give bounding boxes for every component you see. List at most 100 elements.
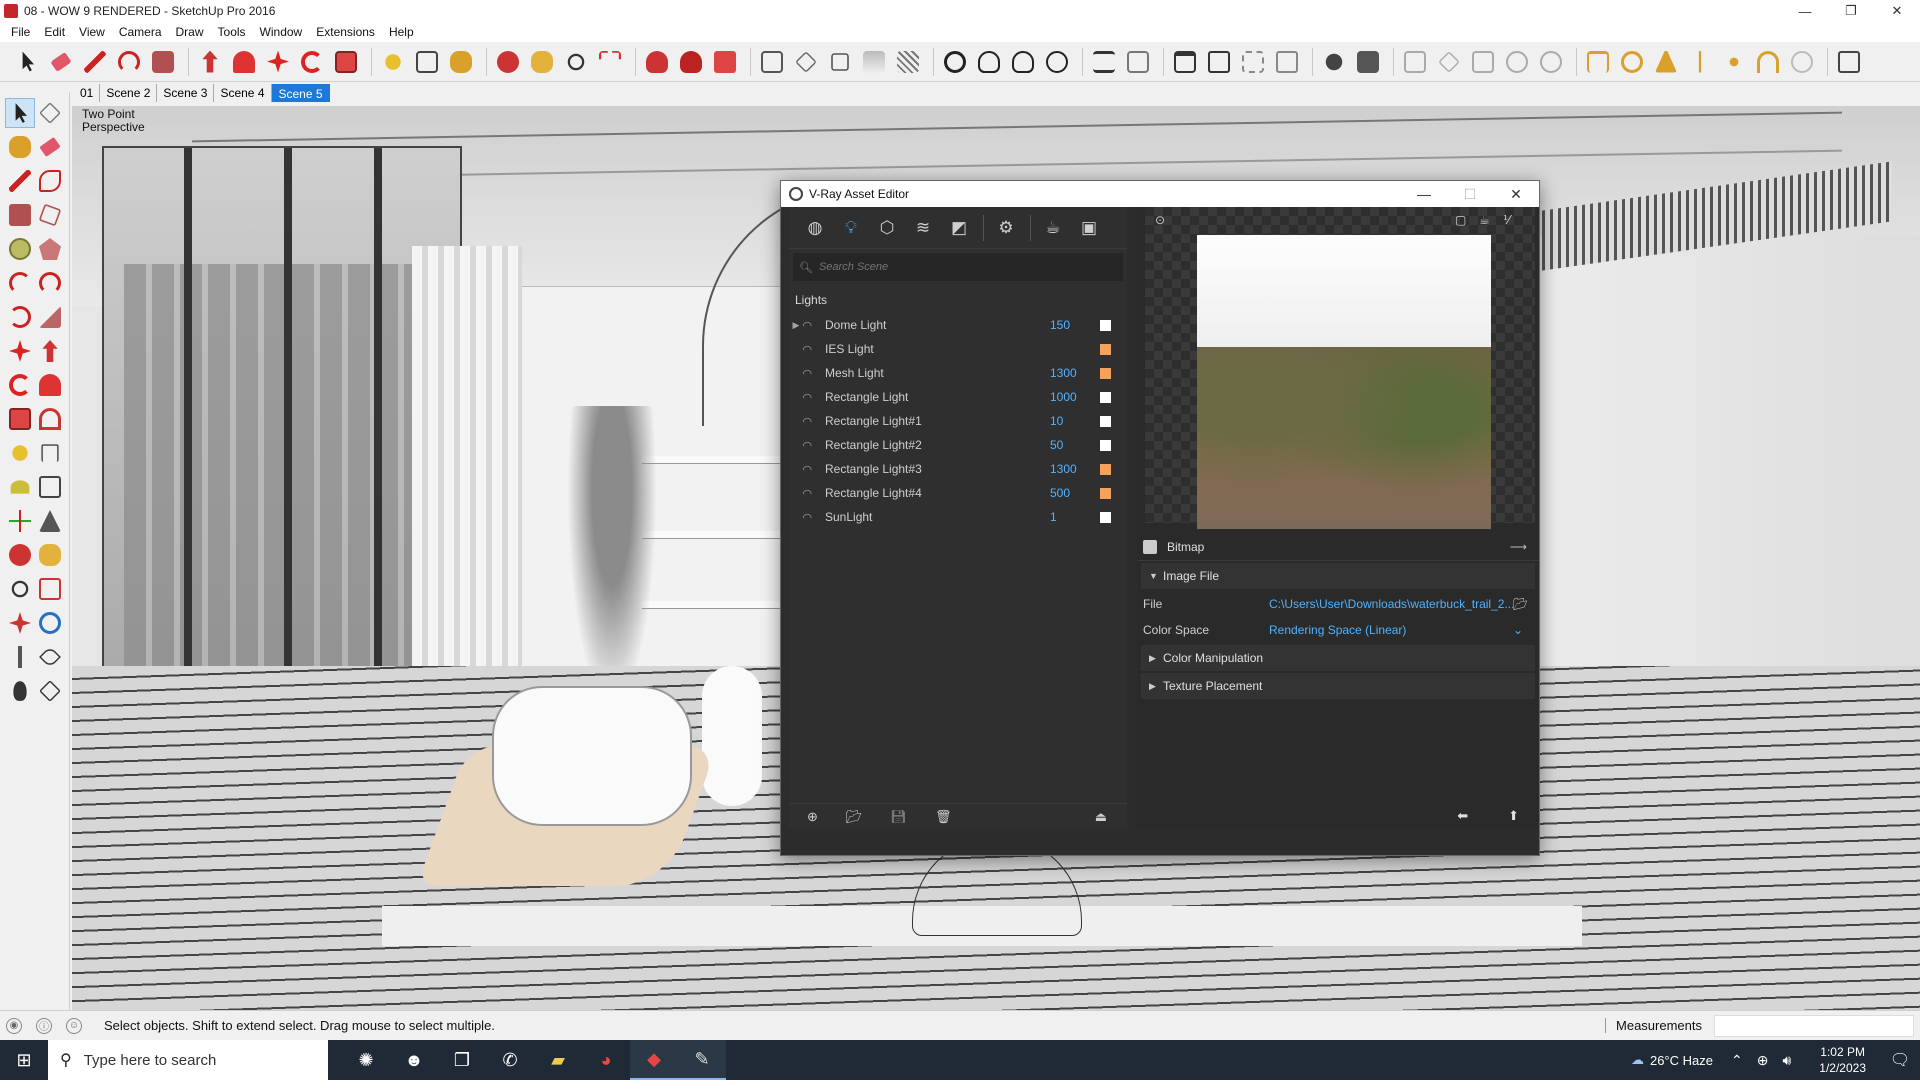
zoom-window-button[interactable] bbox=[35, 574, 65, 604]
light-color-swatch[interactable] bbox=[1100, 391, 1111, 403]
preview-square-icon[interactable]: ▢ bbox=[1455, 213, 1466, 227]
vray-render-button[interactable] bbox=[974, 47, 1004, 77]
line-tool-button[interactable] bbox=[80, 47, 110, 77]
light-row[interactable]: ▶ ◜◝ Dome Light 150 bbox=[789, 313, 1127, 337]
light-intensity[interactable]: 50 bbox=[1050, 438, 1094, 452]
select-tool-button[interactable] bbox=[12, 47, 42, 77]
select-tool-button[interactable] bbox=[5, 98, 35, 128]
light-color-swatch[interactable] bbox=[1100, 511, 1111, 523]
scene-tab-01[interactable]: 01 bbox=[74, 84, 101, 102]
vray-interactive-button[interactable] bbox=[1008, 47, 1038, 77]
pan-tool-button[interactable] bbox=[527, 47, 557, 77]
vray-search-input[interactable] bbox=[818, 261, 1099, 273]
vray-taskbar-icon[interactable]: ✎ bbox=[678, 1040, 726, 1080]
taskbar-clock[interactable]: 1:02 PM 1/2/2023 bbox=[1819, 1044, 1866, 1076]
pie-button[interactable] bbox=[35, 302, 65, 332]
tape-measure-tool-button[interactable] bbox=[378, 47, 408, 77]
rotated-rectangle-button[interactable] bbox=[35, 200, 65, 230]
two-point-arc-button[interactable] bbox=[35, 268, 65, 298]
vray-asset-editor-button[interactable] bbox=[940, 47, 970, 77]
light-row[interactable]: ◜◝ Mesh Light 1300 bbox=[789, 361, 1127, 385]
materials-category-icon[interactable]: ◍ bbox=[801, 214, 829, 242]
text-button[interactable] bbox=[35, 472, 65, 502]
zoom-button[interactable] bbox=[5, 574, 35, 604]
offset-button[interactable] bbox=[35, 404, 65, 434]
region-button[interactable] bbox=[1238, 47, 1268, 77]
vray-spot-light-button[interactable] bbox=[1651, 47, 1681, 77]
chrome-icon[interactable]: ◕ bbox=[582, 1040, 630, 1080]
light-intensity[interactable]: 1300 bbox=[1050, 462, 1094, 476]
walk-button[interactable] bbox=[5, 676, 35, 706]
light-intensity[interactable]: 10 bbox=[1050, 414, 1094, 428]
preview-pin-icon[interactable]: ⊙ bbox=[1155, 213, 1165, 227]
extension-warehouse-button[interactable] bbox=[1834, 47, 1864, 77]
save-asset-icon[interactable]: 💾︎ bbox=[890, 809, 907, 825]
tape-measure-button[interactable] bbox=[5, 438, 35, 468]
weather-widget[interactable]: ☁ 26°C Haze bbox=[1625, 1052, 1713, 1068]
light-row[interactable]: ◜◝ Rectangle Light#3 1300 bbox=[789, 457, 1127, 481]
follow-me-button[interactable] bbox=[35, 370, 65, 400]
orbit-tool-button[interactable] bbox=[493, 47, 523, 77]
close-button[interactable]: ✕ bbox=[1874, 0, 1920, 22]
arrow-right-icon[interactable]: ⟶ bbox=[1510, 540, 1527, 554]
axes-button[interactable] bbox=[5, 506, 35, 536]
pan-button[interactable] bbox=[35, 540, 65, 570]
rectangle-tool-button[interactable] bbox=[148, 47, 178, 77]
vray-geometry-4-button[interactable] bbox=[1502, 47, 1532, 77]
light-row[interactable]: ◜◝ Rectangle Light#4 500 bbox=[789, 481, 1127, 505]
zoom-extents-button[interactable] bbox=[5, 608, 35, 638]
light-color-swatch[interactable] bbox=[1100, 367, 1111, 379]
menu-view[interactable]: View bbox=[72, 25, 112, 39]
light-color-swatch[interactable] bbox=[1100, 319, 1111, 331]
light-row[interactable]: ◜◝ Rectangle Light 1000 bbox=[789, 385, 1127, 409]
eraser-tool-button[interactable] bbox=[46, 47, 76, 77]
position-camera-button[interactable] bbox=[5, 642, 35, 672]
menu-window[interactable]: Window bbox=[253, 25, 310, 39]
color-manipulation-section[interactable]: ▶ Color Manipulation bbox=[1141, 645, 1535, 671]
previous-view-button[interactable] bbox=[35, 608, 65, 638]
vray-omni-light-button[interactable] bbox=[1719, 47, 1749, 77]
vray-batch-button[interactable] bbox=[1089, 47, 1119, 77]
user-account-icon[interactable]: ☺ bbox=[66, 1017, 82, 1034]
purge-unused-icon[interactable]: ⏏ bbox=[1095, 809, 1107, 825]
image-file-section[interactable]: ▼ Image File bbox=[1141, 563, 1535, 589]
vray-object-props-button[interactable] bbox=[1319, 47, 1349, 77]
texture-placement-section[interactable]: ▶ Texture Placement bbox=[1141, 673, 1535, 699]
menu-file[interactable]: File bbox=[4, 25, 37, 39]
section-plane-button[interactable] bbox=[757, 47, 787, 77]
light-intensity[interactable]: 1 bbox=[1050, 510, 1094, 524]
menu-draw[interactable]: Draw bbox=[169, 25, 211, 39]
maximize-button[interactable]: ❐ bbox=[1828, 0, 1874, 22]
move-tool-button[interactable] bbox=[263, 47, 293, 77]
vray-geometry-1-button[interactable] bbox=[1400, 47, 1430, 77]
3d-text-button[interactable] bbox=[35, 506, 65, 536]
scene-tab-2[interactable]: Scene 2 bbox=[100, 84, 158, 102]
tray-chevron-up-icon[interactable]: ⌃ bbox=[1731, 1052, 1743, 1069]
task-view-icon[interactable]: ❐ bbox=[438, 1040, 486, 1080]
freehand-button[interactable] bbox=[35, 166, 65, 196]
menu-help[interactable]: Help bbox=[382, 25, 421, 39]
vray-cloud-button[interactable] bbox=[1042, 47, 1072, 77]
light-color-swatch[interactable] bbox=[1100, 343, 1111, 355]
vray-export-button[interactable] bbox=[1123, 47, 1153, 77]
render-teapot-icon[interactable]: ☕︎ bbox=[1039, 214, 1067, 242]
light-color-swatch[interactable] bbox=[1100, 487, 1111, 499]
render-button[interactable] bbox=[642, 47, 672, 77]
follow-me-tool-button[interactable] bbox=[229, 47, 259, 77]
vray-sphere-light-button[interactable] bbox=[1617, 47, 1647, 77]
credits-icon[interactable]: ⓘ bbox=[36, 1017, 52, 1034]
vray-mesh-light-button[interactable] bbox=[1787, 47, 1817, 77]
vray-proxy-button[interactable] bbox=[1353, 47, 1383, 77]
start-button[interactable]: ⊞ bbox=[0, 1040, 48, 1080]
expand-arrow-icon[interactable]: ▶ bbox=[789, 320, 803, 331]
section-plane-button[interactable] bbox=[35, 676, 65, 706]
view-iso-button[interactable] bbox=[791, 47, 821, 77]
light-intensity[interactable]: 1300 bbox=[1050, 366, 1094, 380]
light-intensity[interactable]: 150 bbox=[1050, 318, 1094, 332]
menu-edit[interactable]: Edit bbox=[37, 25, 72, 39]
rotate-button[interactable] bbox=[5, 370, 35, 400]
vray-minimize-button[interactable]: — bbox=[1401, 181, 1447, 207]
circle-button[interactable] bbox=[5, 234, 35, 264]
light-intensity[interactable]: 500 bbox=[1050, 486, 1094, 500]
sketchup-taskbar-icon[interactable]: ◆ bbox=[630, 1040, 678, 1080]
